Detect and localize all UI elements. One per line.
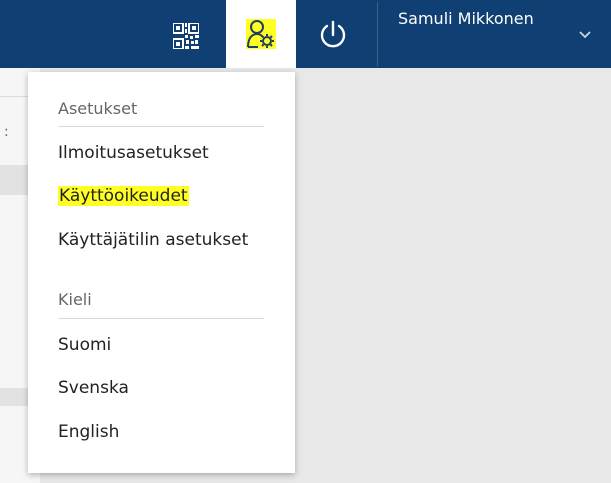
language-item-suomi[interactable]: Suomi <box>58 335 111 355</box>
section-divider <box>58 126 264 127</box>
menu-item-access-rights-label: Käyttöoikeudet <box>58 186 189 206</box>
settings-dropdown: Asetukset Ilmoitusasetukset Käyttöoikeud… <box>28 72 295 473</box>
menu-item-account-settings[interactable]: Käyttäjätilin asetukset <box>58 230 248 250</box>
chevron-down-icon <box>579 31 591 39</box>
user-name: Samuli Mikkonen <box>398 9 534 28</box>
language-item-english[interactable]: English <box>58 422 119 442</box>
user-settings-icon <box>246 19 276 49</box>
page-edge-text: : <box>4 124 9 140</box>
section-divider <box>58 318 264 319</box>
settings-section-title: Asetukset <box>58 99 138 118</box>
logout-button[interactable] <box>304 10 362 60</box>
menu-item-access-rights[interactable]: Käyttöoikeudet <box>58 186 189 206</box>
user-settings-button[interactable] <box>226 0 296 68</box>
top-navigation-bar: Samuli Mikkonen <box>0 0 611 68</box>
user-menu-button[interactable]: Samuli Mikkonen <box>378 0 611 68</box>
qr-code-button[interactable] <box>164 14 208 58</box>
power-icon <box>320 20 346 48</box>
language-section-title: Kieli <box>58 290 92 309</box>
menu-item-notification-settings[interactable]: Ilmoitusasetukset <box>58 143 209 163</box>
language-item-svenska[interactable]: Svenska <box>58 378 129 398</box>
qr-code-icon <box>173 23 199 49</box>
